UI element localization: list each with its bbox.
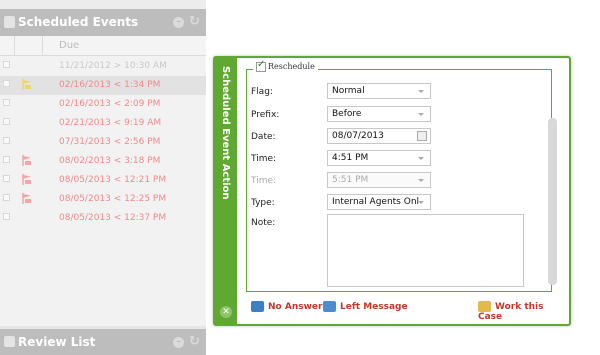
flag-value: Normal	[332, 86, 365, 96]
due-date: 08/05/2013 < 12:37 PM	[59, 213, 167, 223]
expand-icon[interactable]	[3, 118, 10, 125]
column-divider	[14, 36, 15, 56]
type-value: Internal Agents Onl	[332, 197, 420, 207]
due-column-header[interactable]: Due	[59, 40, 79, 51]
left-panel: Scheduled Events – ↻ Due 11/21/2012 > 10…	[0, 0, 206, 355]
collapse-icon[interactable]: –	[173, 17, 184, 28]
list-icon	[4, 336, 15, 347]
message-icon	[323, 301, 336, 312]
expand-icon[interactable]	[3, 99, 10, 106]
expand-icon[interactable]	[3, 61, 10, 68]
note-label: Note:	[251, 218, 276, 228]
date-value: 08/07/2013	[332, 131, 384, 141]
close-icon[interactable]: ✕	[220, 306, 232, 318]
table-row[interactable]: 08/02/2013 < 3:18 PM	[0, 152, 206, 171]
expand-icon[interactable]	[3, 194, 10, 201]
no-answer-label: No Answer	[268, 302, 323, 312]
reschedule-checkbox[interactable]	[256, 59, 266, 72]
type-label: Type:	[251, 198, 275, 208]
time-end-select: 5:51 PM	[327, 172, 431, 188]
collapse-icon[interactable]: –	[173, 337, 184, 348]
note-textarea[interactable]	[327, 214, 524, 287]
chevron-down-icon	[418, 179, 424, 182]
due-date: 11/21/2012 > 10:30 AM	[59, 61, 167, 71]
scheduled-events-header: Scheduled Events – ↻	[0, 9, 206, 36]
expand-icon[interactable]	[3, 175, 10, 182]
scrollbar[interactable]	[548, 118, 557, 285]
work-case-button[interactable]: Work this Case	[478, 301, 569, 322]
left-message-label: Left Message	[340, 302, 408, 312]
table-row[interactable]: 02/16/2013 < 2:09 PM	[0, 95, 206, 114]
flag-icon	[22, 155, 32, 166]
due-date: 02/21/2013 < 9:19 AM	[59, 118, 162, 128]
table-row[interactable]: 02/16/2013 < 1:34 PM	[0, 76, 206, 95]
flag-icon	[22, 174, 32, 185]
dialog-side-tab: Scheduled Event Action ✕	[215, 58, 237, 324]
phone-icon	[251, 301, 264, 312]
refresh-icon[interactable]: ↻	[189, 14, 200, 29]
left-message-button[interactable]: Left Message	[323, 301, 408, 312]
calendar-icon	[4, 16, 15, 28]
expand-icon[interactable]	[3, 156, 10, 163]
no-answer-button[interactable]: No Answer	[251, 301, 322, 312]
due-date: 02/16/2013 < 1:34 PM	[59, 80, 161, 90]
review-list-title: Review List	[18, 335, 96, 349]
table-row[interactable]: 07/31/2013 < 2:56 PM	[0, 133, 206, 152]
time-end-value: 5:51 PM	[332, 175, 369, 185]
scheduled-event-action-dialog: Scheduled Event Action ✕ Reschedule Flag…	[213, 56, 571, 326]
due-date: 08/05/2013 < 12:21 PM	[59, 175, 167, 185]
expand-icon[interactable]	[3, 80, 10, 87]
reschedule-legend[interactable]: Reschedule	[253, 59, 318, 72]
table-row[interactable]: 08/05/2013 < 12:37 PM	[0, 209, 206, 228]
flag-label: Flag:	[251, 87, 273, 97]
column-divider	[42, 36, 43, 56]
expand-icon[interactable]	[3, 213, 10, 220]
due-date: 08/05/2013 < 12:25 PM	[59, 194, 167, 204]
top-strip	[0, 0, 206, 9]
flag-icon	[22, 193, 32, 204]
table-row[interactable]: 08/05/2013 < 12:21 PM	[0, 171, 206, 190]
prefix-value: Before	[332, 109, 362, 119]
time-value: 4:51 PM	[332, 153, 369, 163]
chevron-down-icon	[418, 113, 424, 116]
date-label: Date:	[251, 132, 276, 142]
scheduled-events-title: Scheduled Events	[18, 15, 139, 29]
dialog-side-title: Scheduled Event Action	[220, 66, 231, 200]
expand-icon[interactable]	[3, 137, 10, 144]
prefix-label: Prefix:	[251, 110, 280, 120]
time-label: Time:	[251, 154, 277, 164]
table-row[interactable]: 02/21/2013 < 9:19 AM	[0, 114, 206, 133]
chevron-down-icon	[418, 201, 424, 204]
chevron-down-icon	[418, 157, 424, 160]
due-date: 07/31/2013 < 2:56 PM	[59, 137, 161, 147]
flag-select[interactable]: Normal	[327, 83, 431, 99]
calendar-icon[interactable]	[417, 131, 427, 141]
table-row[interactable]: 08/05/2013 < 12:25 PM	[0, 190, 206, 209]
time-end-label: Time:	[251, 176, 277, 186]
grid-header: Due	[0, 36, 206, 56]
review-list-header[interactable]: Review List – ↻	[0, 329, 206, 355]
type-select[interactable]: Internal Agents Onl	[327, 194, 431, 210]
due-date: 02/16/2013 < 2:09 PM	[59, 99, 161, 109]
table-row[interactable]: 11/21/2012 > 10:30 AM	[0, 57, 206, 76]
folder-icon	[478, 301, 491, 312]
time-select[interactable]: 4:51 PM	[327, 150, 431, 166]
refresh-icon[interactable]: ↻	[189, 334, 200, 349]
prefix-select[interactable]: Before	[327, 106, 431, 122]
flag-icon	[22, 79, 32, 90]
chevron-down-icon	[418, 90, 424, 93]
date-input[interactable]: 08/07/2013	[327, 128, 431, 144]
events-grid: Due 11/21/2012 > 10:30 AM 02/16/2013 < 1:…	[0, 36, 206, 326]
reschedule-label: Reschedule	[268, 62, 315, 71]
due-date: 08/02/2013 < 3:18 PM	[59, 156, 161, 166]
